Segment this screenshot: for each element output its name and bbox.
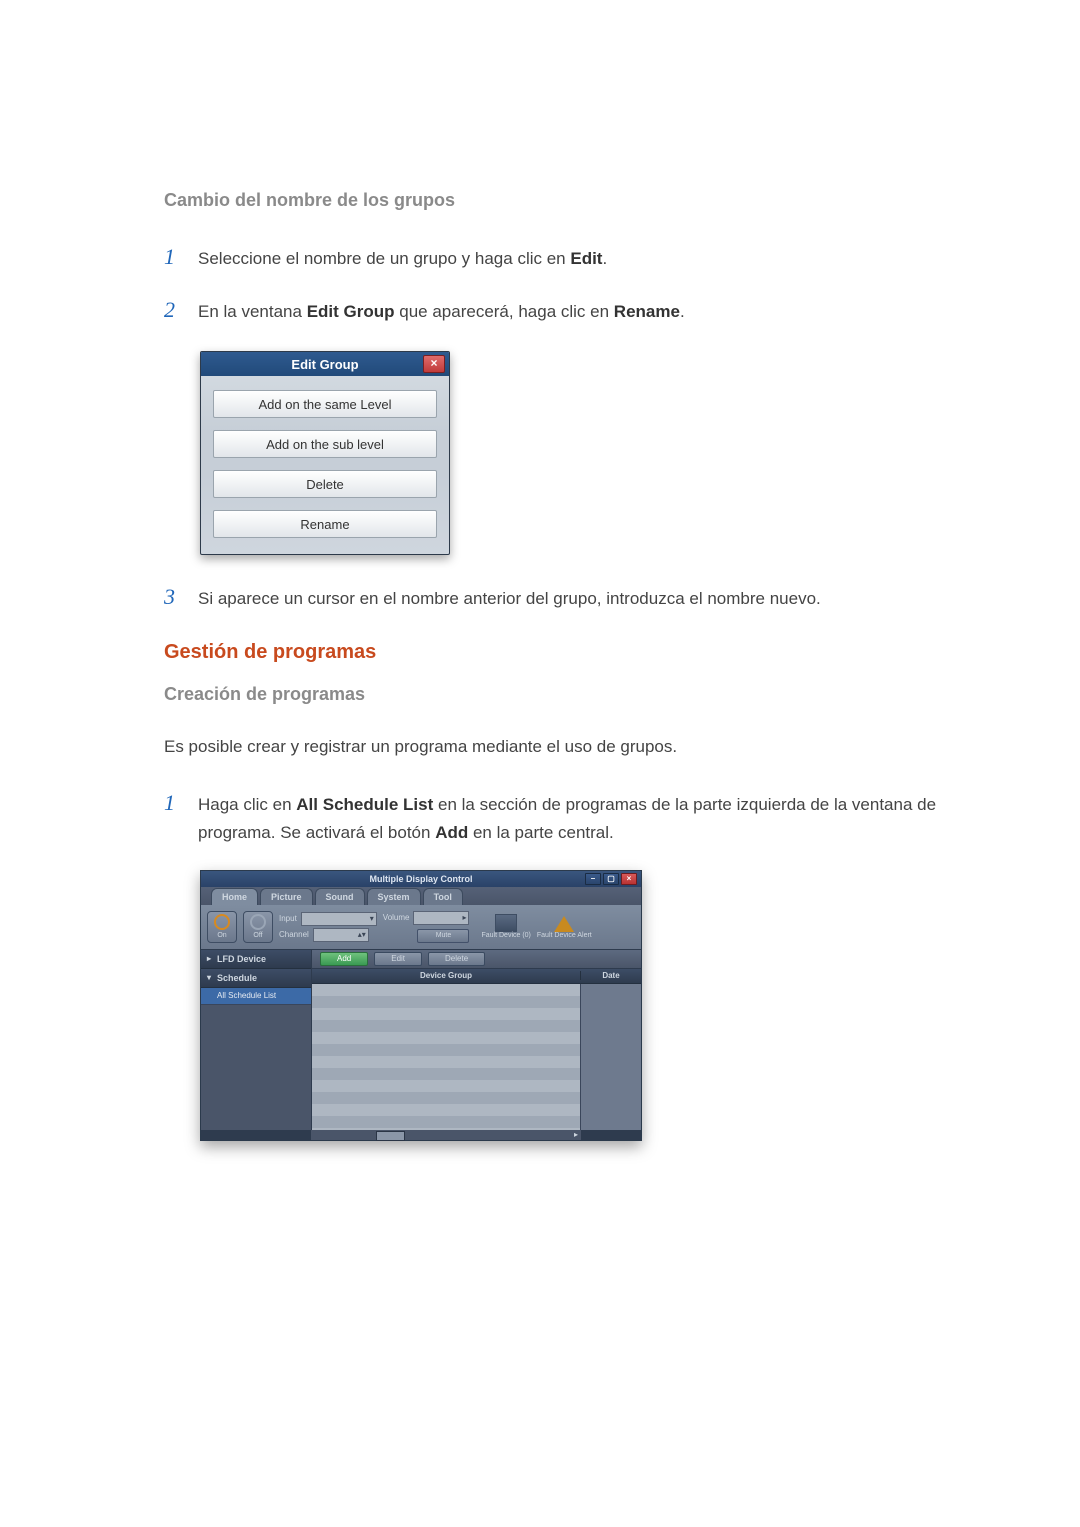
warning-icon	[554, 916, 574, 932]
add-same-level-button[interactable]: Add on the same Level	[213, 390, 437, 418]
power-off-button[interactable]: Off	[243, 911, 273, 943]
rename-button[interactable]: Rename	[213, 510, 437, 538]
step-text: Haga clic en All Schedule List en la sec…	[198, 791, 960, 845]
fault-device-icon[interactable]: Fault Device (0)	[481, 914, 530, 939]
maximize-icon[interactable]: ▢	[603, 873, 619, 885]
bold: Add	[435, 823, 468, 842]
step-number: 3	[164, 579, 180, 614]
monitor-icon	[495, 914, 517, 932]
scroll-right-icon[interactable]: ▸	[571, 1130, 581, 1140]
edit-group-dialog-figure: Edit Group × Add on the same Level Add o…	[200, 351, 960, 555]
scroll-thumb[interactable]	[376, 1131, 405, 1141]
edit-group-dialog: Edit Group × Add on the same Level Add o…	[200, 351, 450, 555]
grid-col-date	[580, 984, 641, 1130]
power-icon	[214, 914, 230, 930]
label: Fault Device Alert	[537, 932, 592, 939]
grid-body	[312, 984, 641, 1130]
mdc-main: Add Edit Delete Device Group Date	[312, 950, 641, 1130]
close-icon[interactable]: ×	[621, 873, 637, 885]
step-number: 2	[164, 292, 180, 327]
mdc-window: Multiple Display Control – ▢ × Home Pict…	[200, 870, 642, 1141]
grid-col-device-group	[312, 984, 580, 1130]
step-number: 1	[164, 785, 180, 820]
label: On	[217, 932, 226, 939]
sidebar-section-lfd[interactable]: ▸ LFD Device	[201, 950, 311, 969]
bold: All Schedule List	[296, 795, 433, 814]
add-button[interactable]: Add	[320, 952, 368, 966]
steps-create: 1 Haga clic en All Schedule List en la s…	[164, 785, 960, 845]
bold: Edit	[570, 249, 602, 268]
delete-button: Delete	[428, 952, 485, 966]
label: Fault Device (0)	[481, 932, 530, 939]
step-text: Seleccione el nombre de un grupo y haga …	[198, 245, 607, 272]
bold: Edit Group	[307, 302, 395, 321]
step-text: En la ventana Edit Group que aparecerá, …	[198, 298, 685, 325]
text: en la parte central.	[468, 823, 614, 842]
volume-label: Volume	[383, 913, 410, 922]
power-icon	[250, 914, 266, 930]
label: Schedule	[217, 973, 257, 983]
edit-button: Edit	[374, 952, 422, 966]
text: .	[602, 249, 607, 268]
step-text: Si aparece un cursor en el nombre anteri…	[198, 585, 821, 612]
sidebar-item-all-schedule[interactable]: All Schedule List	[201, 988, 311, 1005]
close-icon[interactable]: ×	[423, 355, 445, 373]
mdc-sidebar: ▸ LFD Device ▾ Schedule All Schedule Lis…	[201, 950, 312, 1130]
heading-manage-programs: Gestión de programas	[164, 641, 960, 664]
volume-stepper[interactable]: ▸	[413, 911, 469, 925]
tab-picture[interactable]: Picture	[260, 888, 313, 905]
dialog-body: Add on the same Level Add on the sub lev…	[201, 376, 449, 554]
heading-create-programs: Creación de programas	[164, 684, 960, 705]
steps-rename: 1 Seleccione el nombre de un grupo y hag…	[164, 239, 960, 327]
dialog-title-text: Edit Group	[291, 357, 358, 372]
dialog-titlebar: Edit Group ×	[201, 352, 449, 376]
col-date: Date	[581, 971, 641, 980]
fault-alert-icon[interactable]: Fault Device Alert	[537, 916, 592, 939]
text: Seleccione el nombre de un grupo y haga …	[198, 249, 570, 268]
delete-button[interactable]: Delete	[213, 470, 437, 498]
power-group: On Off	[207, 911, 273, 943]
action-row: Add Edit Delete	[312, 950, 641, 969]
intro-create-programs: Es posible crear y registrar un programa…	[164, 733, 960, 762]
tab-tool[interactable]: Tool	[423, 888, 463, 905]
fault-group: Fault Device (0) Fault Device Alert	[481, 914, 591, 939]
steps-rename-cont: 3 Si aparece un cursor en el nombre ante…	[164, 579, 960, 614]
label: LFD Device	[217, 954, 266, 964]
step-number: 1	[164, 239, 180, 274]
minimize-icon[interactable]: –	[585, 873, 601, 885]
mute-button[interactable]: Mute	[417, 929, 469, 943]
volume-group: Volume ▸ Mute	[383, 911, 470, 943]
text: que aparecerá, haga clic en	[395, 302, 614, 321]
bold: Rename	[614, 302, 680, 321]
input-label: Input	[279, 914, 297, 923]
tab-sound[interactable]: Sound	[315, 888, 365, 905]
power-on-button[interactable]: On	[207, 911, 237, 943]
tab-home[interactable]: Home	[211, 888, 258, 905]
heading-rename-groups: Cambio del nombre de los grupos	[164, 190, 960, 211]
text: Haga clic en	[198, 795, 296, 814]
tab-system[interactable]: System	[367, 888, 421, 905]
col-device-group: Device Group	[312, 971, 581, 980]
horizontal-scrollbar[interactable]	[311, 1130, 581, 1140]
caret-down-icon: ▾	[207, 973, 213, 982]
mdc-figure: Multiple Display Control – ▢ × Home Pict…	[200, 870, 960, 1141]
window-buttons: – ▢ ×	[585, 873, 637, 885]
add-sub-level-button[interactable]: Add on the sub level	[213, 430, 437, 458]
mdc-statusbar: ◂ ▸	[201, 1130, 641, 1140]
mdc-title: Multiple Display Control	[369, 874, 472, 884]
label: Off	[253, 932, 262, 939]
text: En la ventana	[198, 302, 307, 321]
mdc-titlebar: Multiple Display Control – ▢ ×	[201, 871, 641, 887]
text: .	[680, 302, 685, 321]
caret-icon: ▸	[207, 954, 213, 963]
mdc-tab-row: Home Picture Sound System Tool ?	[201, 887, 641, 905]
input-select[interactable]: ▾	[301, 912, 377, 926]
grid-header: Device Group Date	[312, 969, 641, 984]
sidebar-section-schedule[interactable]: ▾ Schedule	[201, 969, 311, 988]
input-channel-group: Input ▾ Channel ▴▾	[279, 912, 377, 942]
channel-label: Channel	[279, 930, 309, 939]
mdc-ribbon: On Off Input ▾ Channel ▴▾	[201, 905, 641, 949]
channel-stepper[interactable]: ▴▾	[313, 928, 369, 942]
mdc-body: ▸ LFD Device ▾ Schedule All Schedule Lis…	[201, 949, 641, 1130]
